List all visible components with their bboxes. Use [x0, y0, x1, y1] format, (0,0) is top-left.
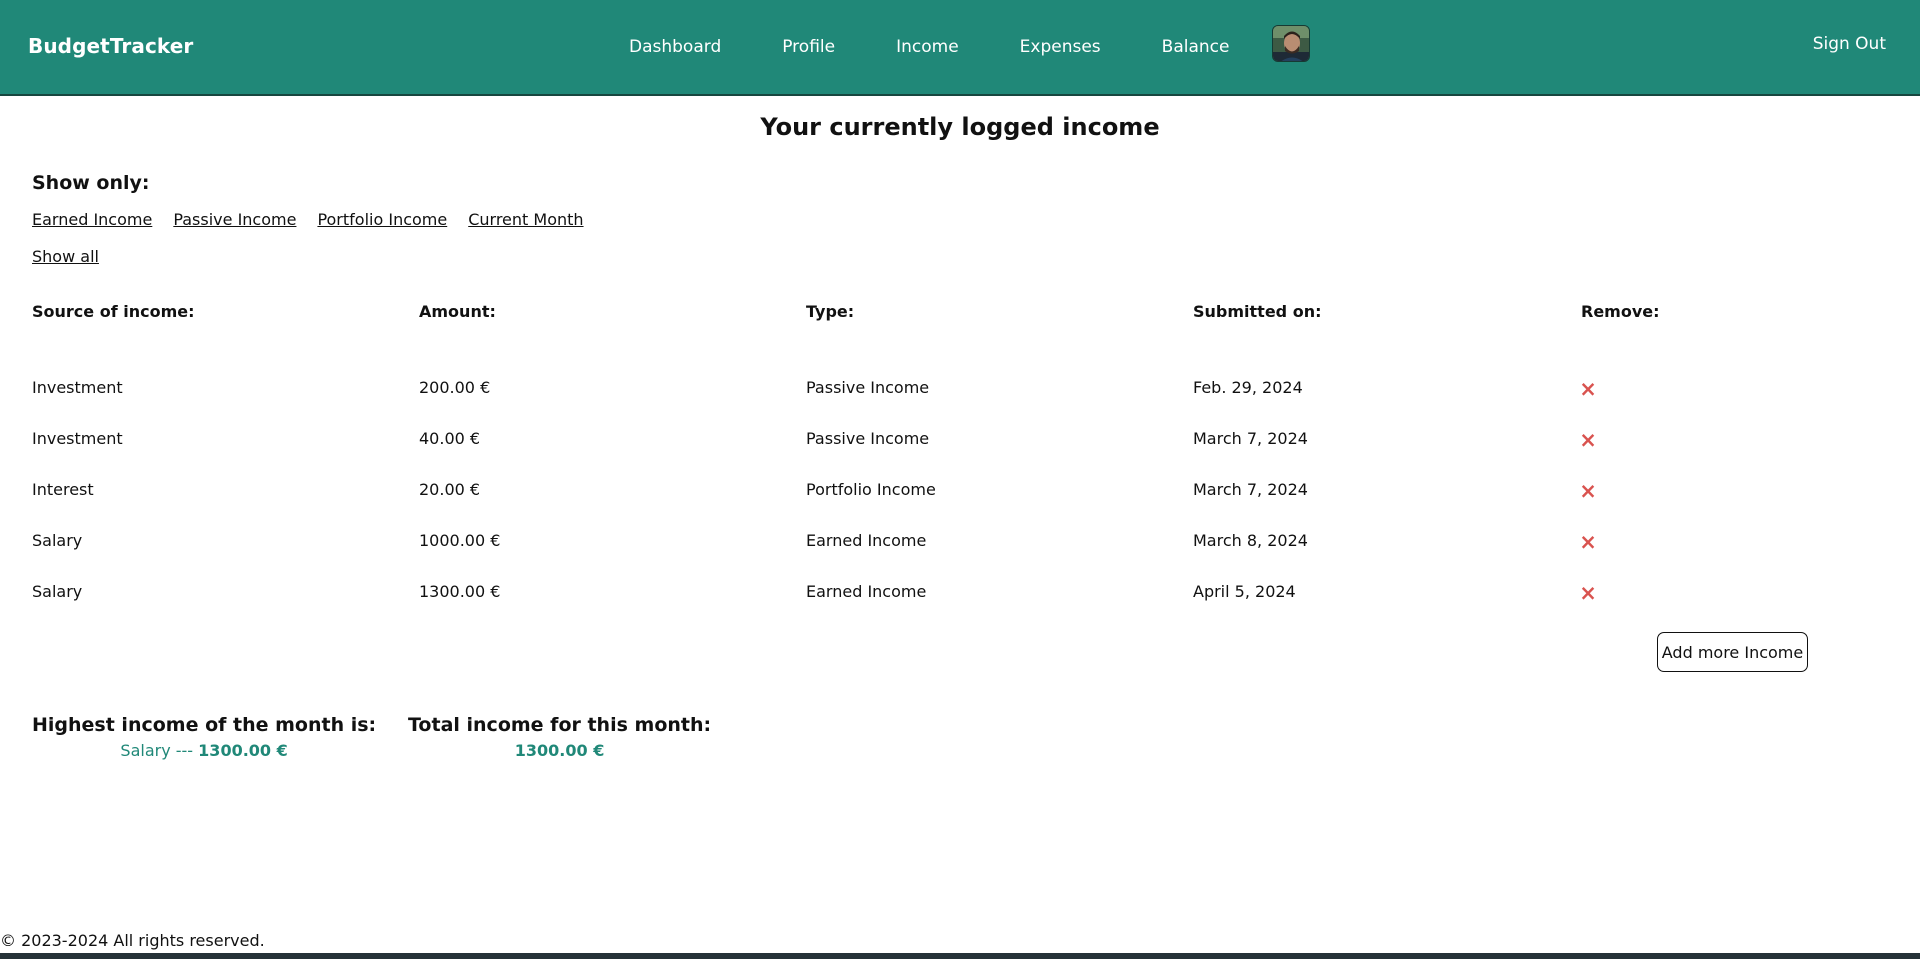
cell-source: Investment [32, 378, 123, 397]
footer-bar [0, 953, 1920, 959]
filter-earned-income[interactable]: Earned Income [32, 210, 152, 229]
cell-amount: 200.00 € [419, 378, 491, 397]
nav-balance[interactable]: Balance [1162, 37, 1230, 57]
header-submitted-on: Submitted on: [1193, 302, 1322, 321]
nav-dashboard[interactable]: Dashboard [629, 37, 721, 57]
remove-icon[interactable]: × [1578, 481, 1598, 502]
sign-out-link[interactable]: Sign Out [1813, 34, 1886, 54]
cell-type: Passive Income [806, 378, 930, 397]
cell-date: March 7, 2024 [1193, 480, 1308, 499]
filter-current-month[interactable]: Current Month [468, 210, 583, 229]
cell-amount: 40.00 € [419, 429, 481, 448]
cell-date: April 5, 2024 [1193, 582, 1296, 601]
cell-date: March 7, 2024 [1193, 429, 1308, 448]
cell-source: Salary [32, 582, 83, 601]
filter-portfolio-income[interactable]: Portfolio Income [317, 210, 447, 229]
highest-income-summary: Highest income of the month is: Salary -… [32, 714, 376, 760]
cell-type: Portfolio Income [806, 480, 936, 499]
highest-income-label: Highest income of the month is: [32, 714, 377, 736]
filter-heading: Show only: [32, 172, 150, 194]
highest-income-value: Salary --- 1300.00 € [32, 741, 376, 760]
total-income-value: 1300.00 € [408, 741, 711, 760]
total-income-summary: Total income for this month: 1300.00 € [408, 714, 711, 760]
nav-links: Dashboard Profile Income Expenses Balanc… [629, 0, 1229, 94]
remove-icon[interactable]: × [1578, 379, 1598, 400]
cell-date: Feb. 29, 2024 [1193, 378, 1303, 397]
table-row: Salary 1000.00 € Earned Income March 8, … [0, 531, 1920, 571]
total-income-amount: 1300.00 € [514, 741, 605, 760]
brand-logo[interactable]: BudgetTracker [28, 34, 193, 58]
add-income-button[interactable]: Add more Income [1657, 632, 1808, 672]
page-title: Your currently logged income [760, 113, 1160, 141]
remove-icon[interactable]: × [1578, 430, 1598, 451]
footer-copyright: © 2023-2024 All rights reserved. [0, 931, 265, 950]
nav-expenses[interactable]: Expenses [1020, 37, 1101, 57]
table-row: Salary 1300.00 € Earned Income April 5, … [0, 582, 1920, 622]
user-avatar-image [1273, 26, 1309, 61]
show-all-link[interactable]: Show all [32, 247, 99, 266]
cell-amount: 1300.00 € [419, 582, 501, 601]
user-avatar[interactable] [1272, 25, 1310, 62]
highest-income-amount: 1300.00 € [198, 741, 288, 760]
cell-amount: 20.00 € [419, 480, 481, 499]
cell-date: March 8, 2024 [1193, 531, 1308, 550]
header-source: Source of income: [32, 302, 195, 321]
table-row: Interest 20.00 € Portfolio Income March … [0, 480, 1920, 520]
filter-passive-income[interactable]: Passive Income [173, 210, 296, 229]
cell-source: Investment [32, 429, 123, 448]
remove-icon[interactable]: × [1578, 532, 1598, 553]
cell-type: Passive Income [806, 429, 930, 448]
nav-profile[interactable]: Profile [782, 37, 835, 57]
cell-source: Interest [32, 480, 94, 499]
cell-amount: 1000.00 € [419, 531, 501, 550]
table-row: Investment 200.00 € Passive Income Feb. … [0, 378, 1920, 418]
highest-income-source: Salary --- [120, 741, 194, 760]
header-type: Type: [806, 302, 855, 321]
total-income-label: Total income for this month: [408, 714, 712, 736]
cell-type: Earned Income [806, 531, 927, 550]
filter-links: Earned Income Passive Income Portfolio I… [32, 210, 605, 229]
navbar: BudgetTracker Dashboard Profile Income E… [0, 0, 1920, 96]
table-row: Investment 40.00 € Passive Income March … [0, 429, 1920, 469]
cell-source: Salary [32, 531, 83, 550]
nav-income[interactable]: Income [896, 37, 959, 57]
header-remove: Remove: [1581, 302, 1660, 321]
cell-type: Earned Income [806, 582, 927, 601]
remove-icon[interactable]: × [1578, 583, 1598, 604]
header-amount: Amount: [419, 302, 496, 321]
